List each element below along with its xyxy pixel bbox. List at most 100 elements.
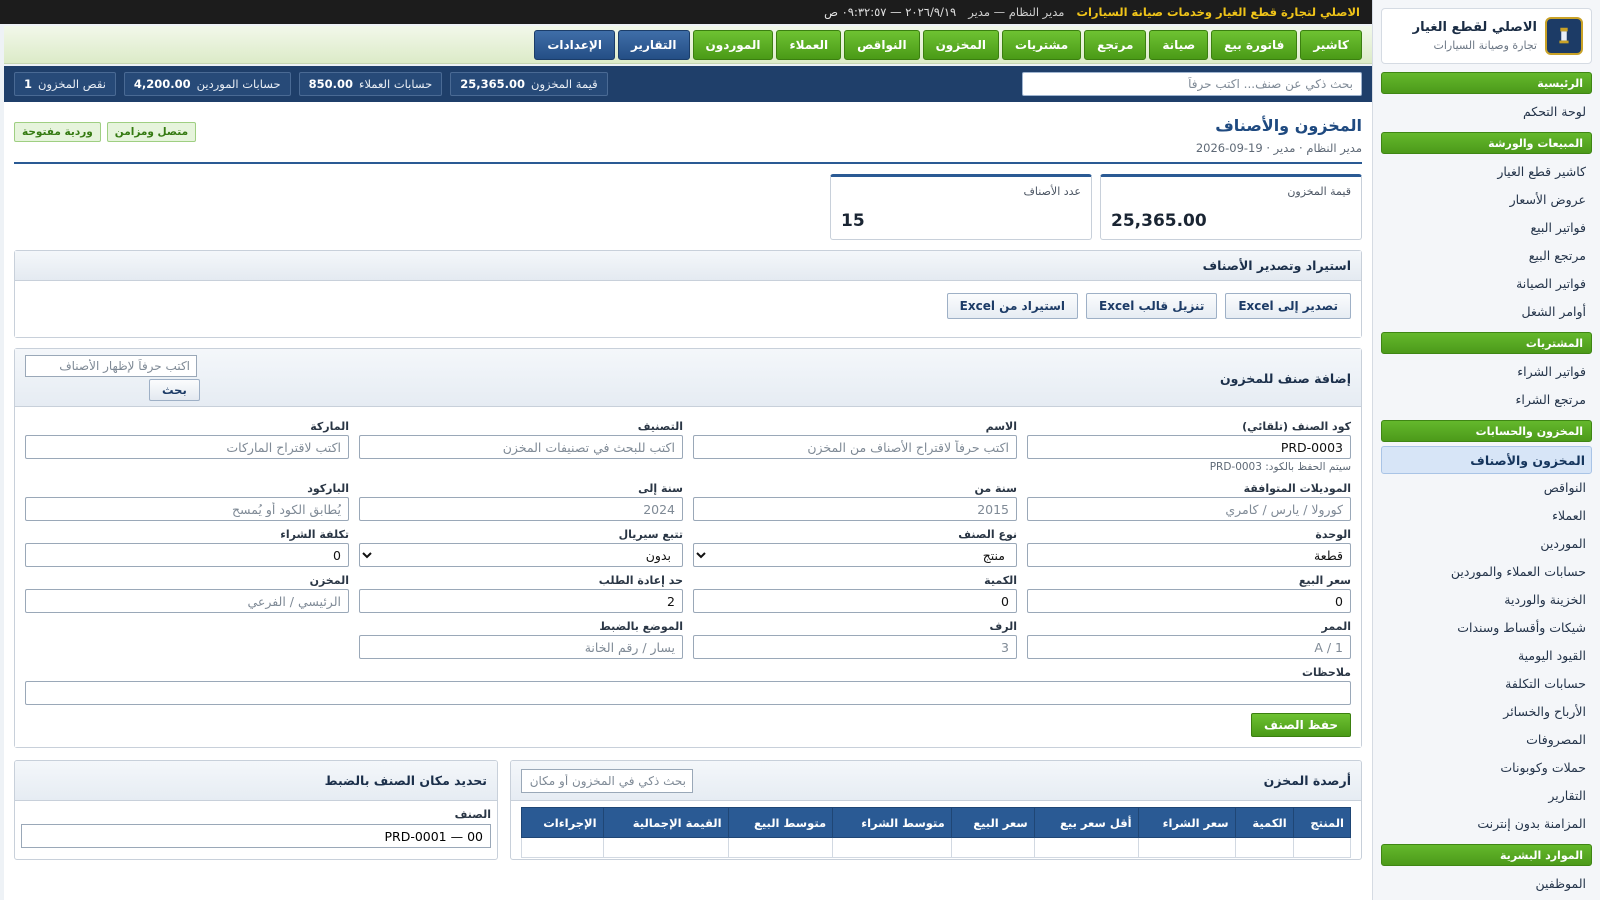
nav-button[interactable]: العملاء (776, 29, 842, 60)
nav-button[interactable]: النواقص (844, 29, 920, 60)
sidebar-item[interactable]: المزامنة بدون إنترنت (1381, 810, 1592, 838)
serial-tracking-select[interactable]: بدون (359, 543, 683, 567)
sidebar-section-header[interactable]: المشتريات (1381, 332, 1592, 354)
sidebar-item[interactable]: الأرباح والخسائر (1381, 698, 1592, 726)
table-column-header[interactable]: القيمة الإجمالية (602, 807, 729, 838)
sidebar-item[interactable]: التقارير (1381, 782, 1592, 810)
kpi-label: قيمة المخزون (1287, 185, 1351, 198)
sidebar-item[interactable]: لوحة التحكم (1381, 98, 1592, 126)
sidebar-section-header[interactable]: الموارد البشرية (1381, 844, 1592, 866)
sidebar-item[interactable]: شيكات وأقساط وسندات (1381, 614, 1592, 642)
item-code-field[interactable] (1027, 435, 1351, 459)
sidebar-item[interactable]: أوامر الشغل (1381, 298, 1592, 326)
sidebar-item[interactable]: الموظفين (1381, 870, 1592, 898)
sidebar-section-header[interactable]: الرئيسية (1381, 72, 1592, 94)
table-column-header[interactable]: سعر البيع (950, 807, 1035, 838)
page-title: المخزون والأصناف (1215, 116, 1362, 135)
sidebar-item[interactable]: المخزون والأصناف (1381, 446, 1592, 474)
import-excel-button[interactable]: استيراد من Excel (946, 293, 1078, 319)
sidebar-item[interactable]: المصروفات (1381, 726, 1592, 754)
location-item-field[interactable] (21, 824, 491, 848)
sidebar-item[interactable]: فواتير الصيانة (1381, 270, 1592, 298)
sidebar-section-header[interactable]: المبيعات والورشة (1381, 132, 1592, 154)
notes-field[interactable] (25, 681, 1351, 705)
nav-button[interactable]: مرتجع (1084, 29, 1147, 60)
table-column-header[interactable]: أقل سعر بيع (1033, 807, 1139, 838)
download-template-button[interactable]: تنزيل قالب Excel (1086, 293, 1218, 319)
global-search-input[interactable] (1022, 72, 1362, 96)
status-badge-shift: وردية مفتوحة (14, 122, 101, 142)
table-column-header[interactable]: الإجراءات (521, 807, 604, 838)
sidebar-item[interactable]: حملات وكوبونات (1381, 754, 1592, 782)
item-brand-field[interactable] (25, 435, 349, 459)
unit-field[interactable] (1027, 543, 1351, 567)
sale-price-field[interactable] (1027, 589, 1351, 613)
sidebar-item[interactable]: عروض الأسعار (1381, 186, 1592, 214)
barcode-field[interactable] (25, 497, 349, 521)
table-cell (950, 837, 1035, 858)
sidebar-section-header[interactable]: المخزون والحسابات (1381, 420, 1592, 442)
nav-button[interactable]: الموردون (692, 29, 774, 60)
stock-search-input[interactable] (521, 768, 693, 793)
nav-button[interactable]: التقارير (617, 29, 690, 60)
nav-button[interactable]: صيانة (1149, 29, 1209, 60)
aisle-field[interactable] (1027, 635, 1351, 659)
stat-chip-value: 1 (24, 77, 33, 91)
year-to-field[interactable] (359, 497, 683, 521)
stat-chip[interactable]: حسابات العملاء 850.00 (298, 72, 443, 96)
table-cell (727, 837, 834, 858)
nav-button[interactable]: فاتورة بيع (1211, 29, 1298, 60)
field-label: الكمية (984, 574, 1017, 587)
panel-title: تحديد مكان الصنف بالضبط (324, 773, 487, 788)
sidebar-item[interactable]: العملاء (1381, 502, 1592, 530)
store-field[interactable] (25, 589, 349, 613)
nav-button[interactable]: الإعدادات (534, 29, 615, 60)
item-type-select[interactable]: منتج (693, 543, 1017, 567)
sidebar-item[interactable]: مرتجع البيع (1381, 242, 1592, 270)
sidebar-item[interactable]: مرتجع الشراء (1381, 386, 1592, 414)
save-item-button[interactable]: حفظ الصنف (1251, 713, 1351, 737)
stat-chip[interactable]: حسابات الموردين 4,200.00 (123, 72, 291, 96)
sidebar-item[interactable]: حسابات التكلفة (1381, 670, 1592, 698)
table-column-header[interactable]: المنتج (1292, 807, 1352, 838)
compatible-models-field[interactable] (1027, 497, 1351, 521)
kpi-row: قيمة المخزون 25,365.00 عدد الأصناف 15 (14, 174, 1362, 240)
sidebar-item[interactable]: النواقص (1381, 474, 1592, 502)
nav-button[interactable]: كاشير (1300, 29, 1362, 60)
item-search-button[interactable]: بحث (149, 379, 200, 401)
reorder-level-field[interactable] (359, 589, 683, 613)
field-label: الصنف (454, 808, 491, 821)
panel-title: إضافة صنف للمخزون (1220, 371, 1351, 386)
field-label: تتبع سيريال (618, 528, 683, 541)
year-from-field[interactable] (693, 497, 1017, 521)
field-label: المخزن (309, 574, 349, 587)
sidebar-item[interactable]: الخزينة والوردية (1381, 586, 1592, 614)
sidebar-item[interactable]: فواتير الشراء (1381, 358, 1592, 386)
table-column-header[interactable]: سعر الشراء (1137, 807, 1236, 838)
page-meta: مدير النظام · مدير · 19-09-2026 (1195, 141, 1362, 155)
stock-balances-panel: أرصدة المخزن المنتجالكميةسعر الشراءأقل س… (510, 760, 1362, 860)
purchase-cost-field[interactable] (25, 543, 349, 567)
nav-button[interactable]: مشتريات (1002, 29, 1082, 60)
kpi-value: 15 (841, 211, 865, 231)
item-search-input[interactable] (25, 355, 197, 377)
shelf-field[interactable] (693, 635, 1017, 659)
export-excel-button[interactable]: تصدير إلى Excel (1225, 293, 1351, 319)
stat-chip[interactable]: نقص المخزون 1 (14, 72, 116, 96)
stat-chip[interactable]: قيمة المخزون 25,365.00 (450, 72, 608, 96)
table-column-header[interactable]: متوسط الشراء (832, 807, 952, 838)
sidebar: الاصلي لقطع الغيار تجارة وصيانة السيارات… (1372, 0, 1600, 900)
nav-button[interactable]: المخزون (922, 29, 1000, 60)
item-name-field[interactable] (693, 435, 1017, 459)
sidebar-item[interactable]: فواتير البيع (1381, 214, 1592, 242)
sidebar-item[interactable]: القيود اليومية (1381, 642, 1592, 670)
sidebar-item[interactable]: كاشير قطع الغيار (1381, 158, 1592, 186)
item-category-field[interactable] (359, 435, 683, 459)
exact-position-field[interactable] (359, 635, 683, 659)
sidebar-item[interactable]: الموردين (1381, 530, 1592, 558)
sidebar-item[interactable]: حسابات العملاء والموردين (1381, 558, 1592, 586)
table-column-header[interactable]: الكمية (1234, 807, 1294, 838)
table-column-header[interactable]: متوسط البيع (727, 807, 834, 838)
quantity-field[interactable] (693, 589, 1017, 613)
brand-title: الاصلي لقطع الغيار (1412, 20, 1537, 35)
